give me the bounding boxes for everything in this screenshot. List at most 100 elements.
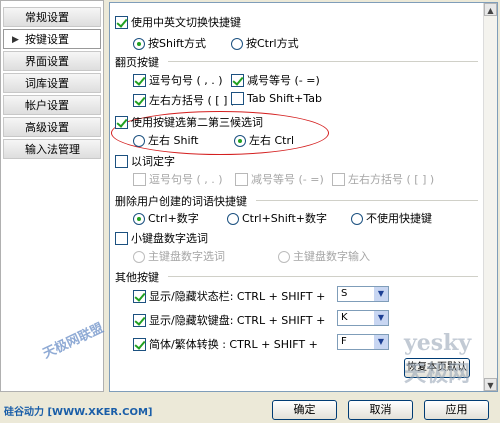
- flip-tab-label: Tab Shift+Tab: [247, 92, 322, 105]
- watermark-xker: 硅谷动力 [WWW.XKER.COM]: [4, 407, 153, 418]
- switch-hotkey-label: 使用中英文切换快捷键: [131, 16, 241, 29]
- softkeyboard-key-select[interactable]: K ▼: [337, 310, 389, 326]
- word-comma-period-checkbox[interactable]: 逗号句号 ( , . ): [133, 171, 223, 187]
- word-brackets-checkbox[interactable]: 左右方括号 ( [ ] ): [332, 171, 434, 187]
- flip-comma-period-checkbox[interactable]: 逗号句号 ( , . ): [133, 72, 223, 88]
- chevron-down-icon[interactable]: ▼: [374, 311, 388, 325]
- sidebar-item-ime-manager[interactable]: 输入法管理: [3, 139, 101, 159]
- candidate-shift-label: 左右 Shift: [148, 134, 199, 147]
- toggle-softkeyboard-checkbox[interactable]: 显示/隐藏软键盘: CTRL + SHIFT +: [133, 312, 325, 328]
- statusbar-key-value: S: [341, 288, 348, 299]
- sidebar-item-label: 界面设置: [25, 55, 69, 68]
- checkbox-icon[interactable]: [115, 116, 128, 129]
- delete-none-label: 不使用快捷键: [366, 212, 432, 225]
- checkbox-icon[interactable]: [133, 290, 146, 303]
- simplified-traditional-key-value: F: [341, 336, 347, 347]
- separator: [168, 276, 478, 277]
- simplified-traditional-checkbox[interactable]: 简体/繁体转换 : CTRL + SHIFT +: [133, 336, 318, 352]
- checkbox-icon[interactable]: [115, 232, 128, 245]
- radio-icon[interactable]: [227, 213, 239, 225]
- radio-icon[interactable]: [351, 213, 363, 225]
- word-minus-equal-label: 减号等号 (- =): [251, 173, 324, 186]
- candidate-ctrl-label: 左右 Ctrl: [249, 134, 295, 147]
- sidebar-item-general[interactable]: 常规设置: [3, 7, 101, 27]
- flip-minus-equal-checkbox[interactable]: 减号等号 (- =): [231, 72, 320, 88]
- sidebar-item-label: 高级设置: [25, 121, 69, 134]
- other-keys-title: 其他按键: [115, 271, 159, 284]
- chevron-down-icon[interactable]: ▼: [374, 287, 388, 301]
- delete-ctrl-num-radio[interactable]: Ctrl+数字: [133, 210, 199, 226]
- radio-icon[interactable]: [133, 38, 145, 50]
- sidebar-item-label: 词库设置: [25, 77, 69, 90]
- switch-shift-radio[interactable]: 按Shift方式: [133, 35, 206, 51]
- delete-ctrl-shift-num-label: Ctrl+Shift+数字: [242, 212, 328, 225]
- candidate-shift-radio[interactable]: 左右 Shift: [133, 132, 199, 148]
- word-brackets-label: 左右方括号 ( [ ] ): [348, 173, 435, 186]
- simplified-traditional-key-select[interactable]: F ▼: [337, 334, 389, 350]
- radio-icon[interactable]: [133, 135, 145, 147]
- sidebar-item-dictionary[interactable]: 词库设置: [3, 73, 101, 93]
- sidebar-item-account[interactable]: 帐户设置: [3, 95, 101, 115]
- sidebar-item-label: 按键设置: [25, 33, 69, 46]
- numpad-main-select-label: 主键盘数字选词: [148, 250, 225, 263]
- simplified-traditional-label: 简体/繁体转换 : CTRL + SHIFT +: [149, 338, 318, 351]
- sidebar-item-label: 帐户设置: [25, 99, 69, 112]
- apply-button[interactable]: 应用: [424, 400, 489, 420]
- candidate-keys-label: 使用按键选第二第三候选词: [131, 116, 263, 129]
- radio-icon[interactable]: [234, 135, 246, 147]
- numpad-label: 小键盘数字选词: [131, 232, 208, 245]
- flip-comma-period-label: 逗号句号 ( , . ): [149, 74, 223, 87]
- delete-none-radio[interactable]: 不使用快捷键: [351, 210, 432, 226]
- sidebar-item-label: 常规设置: [25, 11, 69, 24]
- word-select-checkbox[interactable]: 以词定字: [115, 153, 175, 169]
- checkbox-icon[interactable]: [231, 92, 244, 105]
- radio-icon[interactable]: [231, 38, 243, 50]
- numpad-main-input-radio[interactable]: 主键盘数字输入: [278, 248, 370, 264]
- flip-brackets-checkbox[interactable]: 左右方括号 ( [ ] ): [133, 92, 235, 108]
- separator: [168, 61, 478, 62]
- sidebar-item-label: 输入法管理: [25, 143, 80, 156]
- radio-icon[interactable]: [133, 251, 145, 263]
- ok-button[interactable]: 确定: [272, 400, 337, 420]
- switch-ctrl-radio[interactable]: 按Ctrl方式: [231, 35, 299, 51]
- word-comma-period-label: 逗号句号 ( , . ): [149, 173, 223, 186]
- toggle-statusbar-label: 显示/隐藏状态栏: CTRL + SHIFT +: [149, 290, 326, 303]
- sidebar-item-keys[interactable]: ▶ 按键设置: [3, 29, 101, 49]
- numpad-checkbox[interactable]: 小键盘数字选词: [115, 230, 208, 246]
- checkbox-icon[interactable]: [133, 338, 146, 351]
- radio-icon[interactable]: [278, 251, 290, 263]
- scroll-up-arrow-icon[interactable]: ▲: [484, 3, 497, 16]
- statusbar-key-select[interactable]: S ▼: [337, 286, 389, 302]
- switch-hotkey-checkbox[interactable]: 使用中英文切换快捷键: [115, 14, 241, 30]
- candidate-keys-checkbox[interactable]: 使用按键选第二第三候选词: [115, 114, 263, 130]
- sidebar-item-interface[interactable]: 界面设置: [3, 51, 101, 71]
- toggle-statusbar-checkbox[interactable]: 显示/隐藏状态栏: CTRL + SHIFT +: [133, 288, 325, 304]
- chevron-right-icon: ▶: [12, 35, 19, 45]
- delete-word-title: 删除用户创建的词语快捷键: [115, 195, 247, 208]
- checkbox-icon[interactable]: [115, 16, 128, 29]
- cancel-button[interactable]: 取消: [348, 400, 413, 420]
- checkbox-icon[interactable]: [133, 94, 146, 107]
- switch-ctrl-label: 按Ctrl方式: [246, 37, 299, 50]
- checkbox-icon[interactable]: [231, 74, 244, 87]
- checkbox-icon[interactable]: [133, 173, 146, 186]
- checkbox-icon[interactable]: [332, 173, 345, 186]
- radio-icon[interactable]: [133, 213, 145, 225]
- checkbox-icon[interactable]: [115, 155, 128, 168]
- sidebar-item-advanced[interactable]: 高级设置: [3, 117, 101, 137]
- word-select-label: 以词定字: [131, 155, 175, 168]
- page-flip-title: 翻页按键: [115, 56, 159, 69]
- word-minus-equal-checkbox[interactable]: 减号等号 (- =): [235, 171, 324, 187]
- delete-ctrl-shift-num-radio[interactable]: Ctrl+Shift+数字: [227, 210, 327, 226]
- chevron-down-icon[interactable]: ▼: [374, 335, 388, 349]
- flip-tab-checkbox[interactable]: Tab Shift+Tab: [231, 92, 322, 105]
- separator: [256, 200, 478, 201]
- numpad-main-select-radio[interactable]: 主键盘数字选词: [133, 248, 225, 264]
- softkeyboard-key-value: K: [341, 312, 348, 323]
- switch-shift-label: 按Shift方式: [148, 37, 207, 50]
- checkbox-icon[interactable]: [133, 314, 146, 327]
- checkbox-icon[interactable]: [133, 74, 146, 87]
- checkbox-icon[interactable]: [235, 173, 248, 186]
- candidate-ctrl-radio[interactable]: 左右 Ctrl: [234, 132, 294, 148]
- toggle-softkeyboard-label: 显示/隐藏软键盘: CTRL + SHIFT +: [149, 314, 326, 327]
